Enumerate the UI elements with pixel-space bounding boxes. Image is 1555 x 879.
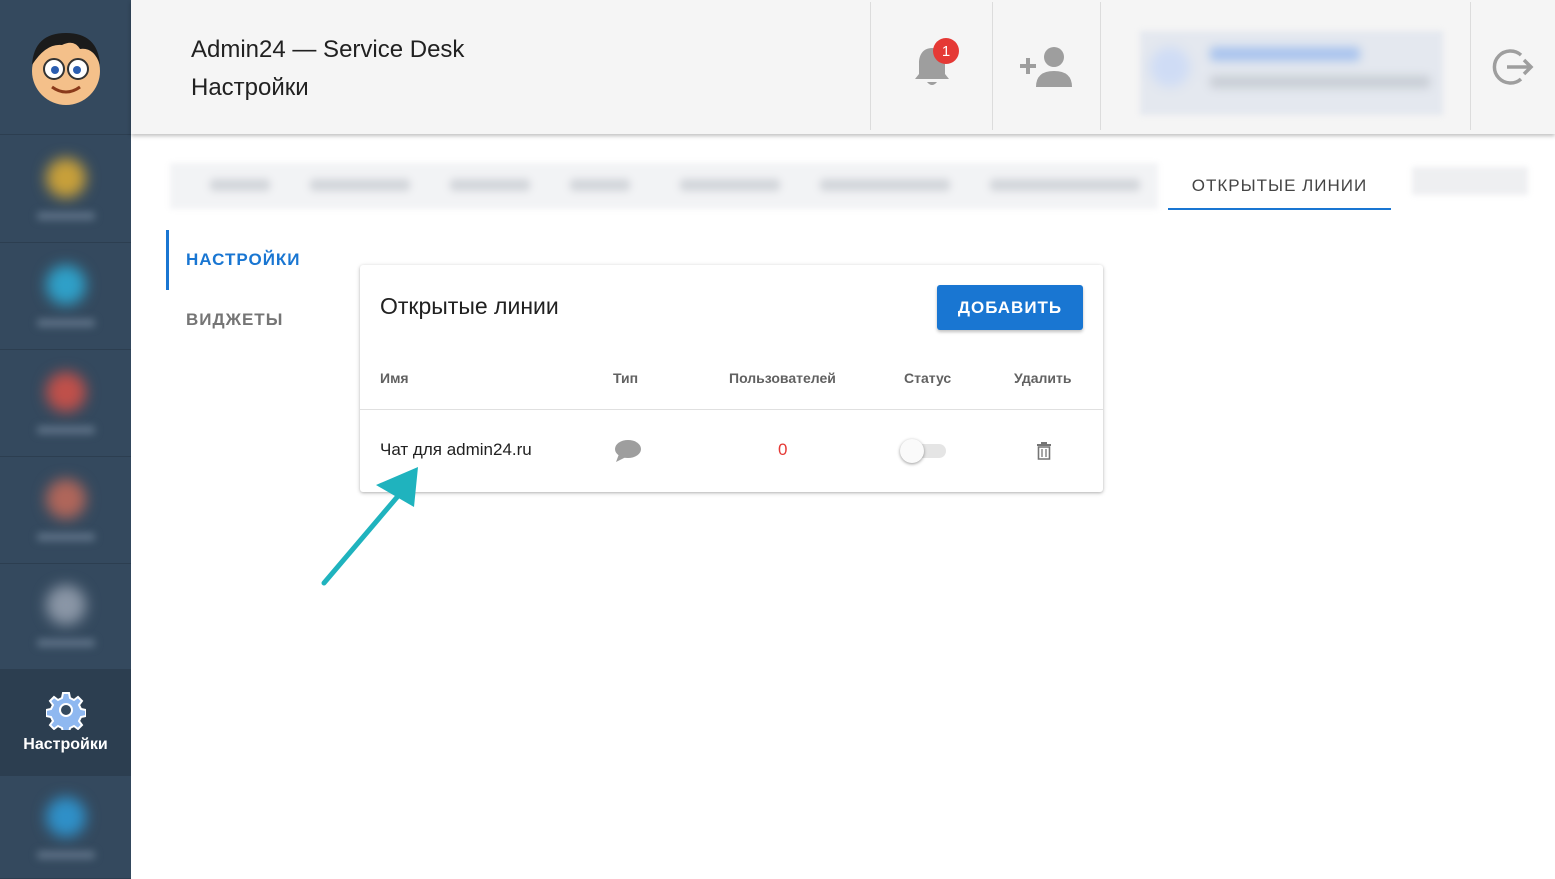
status-toggle[interactable] [900,439,948,463]
trash-icon[interactable] [1036,442,1052,460]
user-profile[interactable] [1140,31,1443,115]
sidebar-item-2[interactable] [0,243,131,350]
page-subtitle: Настройки [191,74,309,101]
column-header-delete: Удалить [1014,370,1072,386]
sidebar-item-3[interactable] [0,350,131,457]
column-header-users: Пользователей [729,370,836,386]
gear-icon [45,692,86,730]
submenu-settings[interactable]: НАСТРОЙКИ [166,230,336,290]
page-title: Admin24 — Service Desk Настройки [191,31,464,107]
tab-open-lines[interactable]: ОТКРЫТЫЕ ЛИНИИ [1168,163,1391,210]
sidebar: Настройки [0,0,131,879]
avatar-face-icon [31,33,100,105]
sidebar-item-5[interactable] [0,563,131,670]
add-user-icon [1019,47,1072,87]
submenu-widgets[interactable]: ВИДЖЕТЫ [166,290,336,350]
logout-icon [1492,49,1534,85]
logout-button[interactable] [1471,0,1555,134]
sidebar-item-7[interactable] [0,777,131,879]
chat-bubble-icon [615,440,641,462]
notification-badge: 1 [933,38,959,64]
users-count: 0 [778,440,788,459]
add-user-button[interactable] [993,0,1100,134]
header-divider [1100,2,1101,130]
open-lines-card: Открытые линии ДОБАВИТЬ Имя Тип Пользова… [360,265,1103,492]
avatar-logo[interactable] [0,0,131,135]
sidebar-item-4[interactable] [0,457,131,564]
notifications-button[interactable] [871,0,992,134]
table-divider [360,409,1103,410]
column-header-name: Имя [380,370,409,386]
sidebar-item-label: Настройки [23,736,108,753]
column-header-type: Тип [613,370,639,386]
sidebar-item-1[interactable] [0,136,131,243]
card-title: Открытые линии [380,293,559,319]
annotation-arrow-icon [321,467,418,586]
app-title: Admin24 — Service Desk [191,36,465,63]
tab-more[interactable] [1412,167,1528,195]
column-header-status: Статус [904,370,952,386]
sidebar-item-settings[interactable]: Настройки [0,669,131,776]
add-button[interactable]: ДОБАВИТЬ [937,285,1083,330]
tabs-bar [170,163,1158,209]
